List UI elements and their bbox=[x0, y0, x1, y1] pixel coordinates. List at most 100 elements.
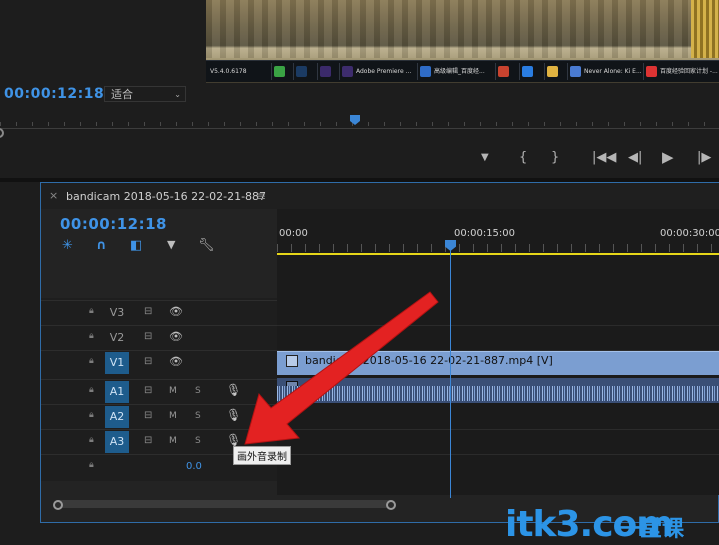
track-target-a2[interactable]: A2 bbox=[105, 406, 129, 428]
nest-icon[interactable]: ✳ bbox=[62, 238, 73, 253]
eye-icon[interactable]: 👁︎ bbox=[169, 355, 183, 368]
snap-icon[interactable]: ∩ bbox=[96, 238, 107, 253]
mute-button[interactable]: M bbox=[169, 436, 177, 446]
taskbar-separator bbox=[519, 63, 520, 80]
video-frame-post bbox=[691, 0, 719, 58]
work-area-bar[interactable] bbox=[277, 253, 719, 255]
sync-lock-icon[interactable]: ⊟ bbox=[144, 435, 152, 446]
sync-lock-icon[interactable]: ⊟ bbox=[144, 385, 152, 396]
taskbar-item: V5.4.0.6178 bbox=[210, 64, 268, 79]
master-volume-value[interactable]: 0.0 bbox=[186, 461, 202, 472]
zoom-select[interactable]: 适合 ⌄ bbox=[104, 86, 186, 102]
lock-icon[interactable]: 🔒︎ bbox=[89, 410, 94, 420]
lock-icon[interactable]: 🔒︎ bbox=[89, 385, 94, 395]
taskbar-item-label: 高级编辑_百度经... bbox=[434, 68, 485, 75]
taskbar-item-label: Never Alone: Ki E... bbox=[584, 68, 642, 75]
sync-lock-icon[interactable]: ⊟ bbox=[144, 410, 152, 421]
video-frame-wall bbox=[206, 0, 719, 58]
eye-icon[interactable]: 👁︎ bbox=[169, 330, 183, 343]
marker-icon[interactable]: ▼ bbox=[167, 238, 175, 251]
mute-button[interactable]: M bbox=[169, 411, 177, 421]
taskbar-item-label: V5.4.0.6178 bbox=[210, 68, 247, 75]
step-back-icon[interactable]: ◀| bbox=[628, 150, 642, 165]
taskbar-separator bbox=[317, 63, 318, 80]
track-target-a3[interactable]: A3 bbox=[105, 431, 129, 453]
chevron-down-icon: ⌄ bbox=[174, 90, 181, 99]
taskbar-item bbox=[547, 64, 563, 79]
wrench-icon[interactable]: 🔧︎ bbox=[198, 238, 215, 253]
menu-icon[interactable]: ≡ bbox=[256, 189, 266, 203]
taskbar-separator bbox=[567, 63, 568, 80]
photoshop-icon bbox=[296, 66, 307, 77]
taskbar-item-label: Adobe Premiere ... bbox=[356, 68, 412, 75]
solo-button[interactable]: S bbox=[195, 411, 201, 421]
program-scrub-track bbox=[0, 128, 719, 129]
add-marker-icon[interactable]: ▼ bbox=[481, 152, 489, 163]
program-timecode[interactable]: 00:00:12:18 bbox=[4, 86, 104, 102]
taskbar-item-label: 百度经验回家计划 -... bbox=[660, 68, 718, 75]
taskbar-separator bbox=[293, 63, 294, 80]
folder-icon bbox=[547, 66, 558, 77]
solo-button[interactable]: S bbox=[195, 386, 201, 396]
solo-button[interactable]: S bbox=[195, 436, 201, 446]
premiere-icon bbox=[342, 66, 353, 77]
track-target-v3[interactable]: V3 bbox=[105, 302, 129, 324]
ruler-label: 00:00:15:00 bbox=[454, 228, 516, 239]
taskbar-separator bbox=[495, 63, 496, 80]
taskbar-item bbox=[498, 64, 514, 79]
sync-lock-icon[interactable]: ⊟ bbox=[144, 331, 152, 342]
scrollbar-left-handle[interactable] bbox=[53, 500, 63, 510]
mute-button[interactable]: M bbox=[169, 386, 177, 396]
taskbar-separator bbox=[643, 63, 644, 80]
taskbar-item: Never Alone: Ki E... bbox=[570, 64, 642, 79]
annotation-arrow bbox=[244, 291, 439, 445]
sync-lock-icon[interactable]: ⊟ bbox=[144, 306, 152, 317]
horizontal-scrollbar[interactable] bbox=[55, 500, 393, 508]
browser-icon bbox=[522, 66, 533, 77]
eye-icon[interactable]: 👁︎ bbox=[169, 305, 183, 318]
taskbar-item bbox=[522, 64, 538, 79]
sequence-tab[interactable]: bandicam 2018-05-16 22-02-21-887 bbox=[66, 190, 266, 203]
watermark-chinese: 一堂课 bbox=[618, 517, 685, 542]
baidu-icon bbox=[646, 66, 657, 77]
lock-icon[interactable]: 🔒︎ bbox=[89, 331, 94, 341]
timeline-ruler[interactable] bbox=[277, 244, 719, 252]
taskbar-item: Adobe Premiere ... bbox=[342, 64, 416, 79]
app-icon bbox=[498, 66, 509, 77]
mark-in-icon[interactable]: { bbox=[519, 150, 527, 165]
taskbar-item bbox=[274, 64, 290, 79]
mark-out-icon[interactable]: } bbox=[551, 150, 559, 165]
captured-taskbar: V5.4.0.6178 Adobe Premiere ... 高级编辑_百度经...… bbox=[206, 60, 719, 82]
step-forward-icon[interactable]: |▶ bbox=[697, 150, 711, 165]
editor-icon bbox=[420, 66, 431, 77]
taskbar-item: 百度经验回家计划 -... bbox=[646, 64, 718, 79]
track-target-a1[interactable]: A1 bbox=[105, 381, 129, 403]
lock-icon[interactable]: 🔒︎ bbox=[89, 435, 94, 445]
sync-lock-icon[interactable]: ⊟ bbox=[144, 356, 152, 367]
wechat-icon bbox=[274, 66, 285, 77]
go-to-in-icon[interactable]: |◀◀ bbox=[592, 150, 616, 165]
close-icon[interactable]: × bbox=[49, 189, 58, 202]
taskbar-item bbox=[320, 64, 336, 79]
lock-icon[interactable]: 🔒︎ bbox=[89, 306, 94, 316]
taskbar-separator bbox=[417, 63, 418, 80]
game-icon bbox=[570, 66, 581, 77]
linked-selection-icon[interactable]: ◧ bbox=[130, 238, 142, 253]
lock-icon[interactable]: 🔒︎ bbox=[89, 460, 94, 470]
track-target-v1[interactable]: V1 bbox=[105, 352, 129, 374]
zoom-scroll-handle[interactable] bbox=[0, 128, 4, 138]
play-icon[interactable]: ▶ bbox=[662, 148, 674, 166]
track-target-v2[interactable]: V2 bbox=[105, 327, 129, 349]
timeline-playhead-line[interactable] bbox=[450, 250, 451, 498]
taskbar-separator bbox=[271, 63, 272, 80]
taskbar-item: 高级编辑_百度经... bbox=[420, 64, 494, 79]
scrollbar-right-handle[interactable] bbox=[386, 500, 396, 510]
after-effects-icon bbox=[320, 66, 331, 77]
taskbar-item bbox=[296, 64, 312, 79]
ruler-label: 00:00 bbox=[279, 228, 308, 239]
taskbar-separator bbox=[544, 63, 545, 80]
zoom-select-value: 适合 bbox=[111, 88, 133, 101]
timeline-timecode[interactable]: 00:00:12:18 bbox=[60, 215, 167, 233]
taskbar-separator bbox=[339, 63, 340, 80]
lock-icon[interactable]: 🔒︎ bbox=[89, 356, 94, 366]
